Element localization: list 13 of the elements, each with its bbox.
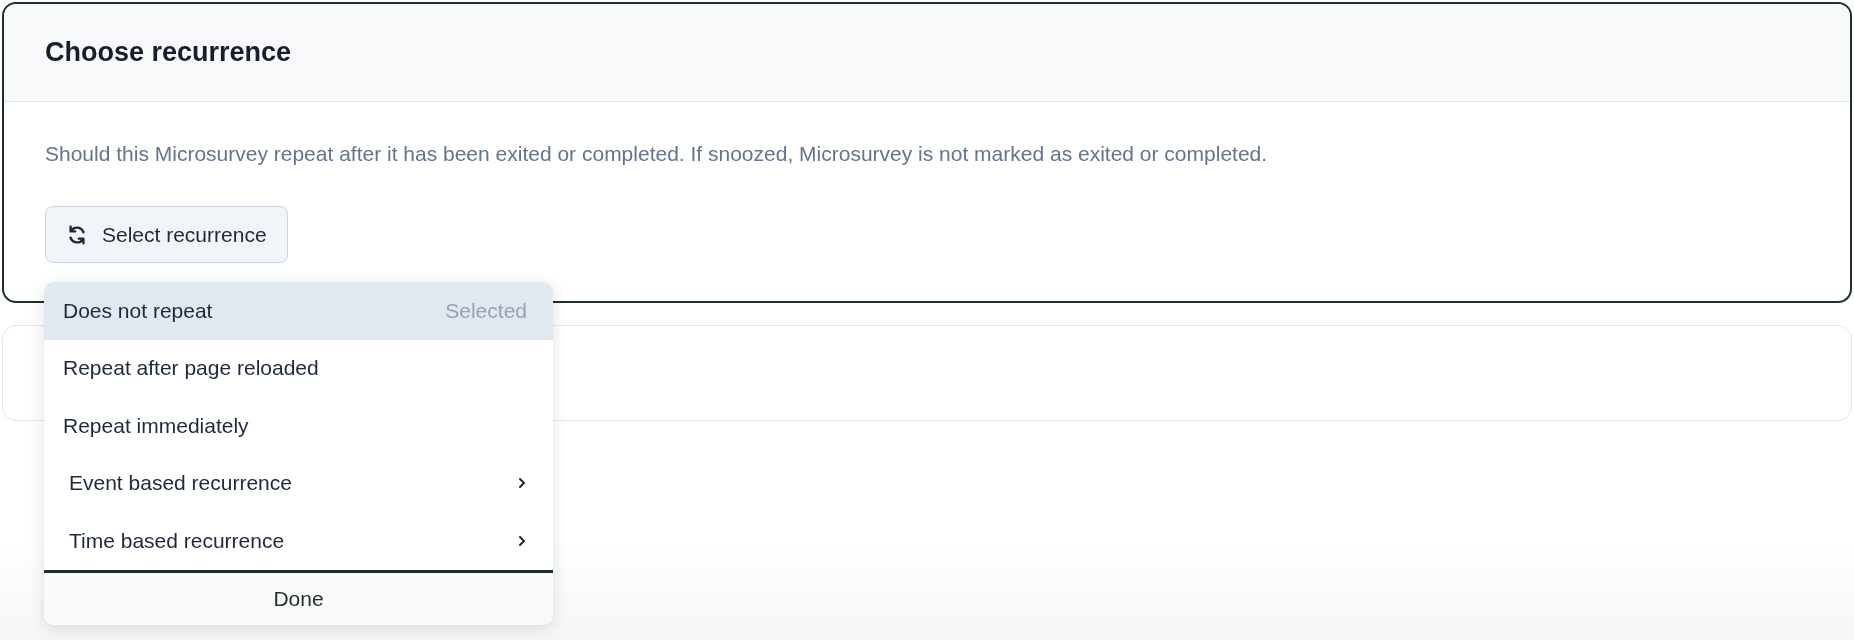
menu-option[interactable]: Repeat immediately bbox=[44, 397, 553, 455]
menu-option[interactable]: Event based recurrence bbox=[44, 454, 553, 512]
select-recurrence-button[interactable]: Select recurrence bbox=[45, 206, 288, 263]
menu-option[interactable]: Repeat after page reloaded bbox=[44, 339, 553, 397]
menu-option[interactable]: Time based recurrence bbox=[44, 512, 553, 570]
selected-label: Selected bbox=[445, 298, 527, 323]
description-text: Should this Microsurvey repeat after it has been exited or completed. If snoozed, Microsurvey is not marked as exited or completed. bbox=[45, 141, 1269, 167]
menu-option[interactable]: Does not repeat Selected bbox=[44, 282, 553, 340]
chevron-right-icon bbox=[517, 476, 527, 491]
card-title: Choose recurrence bbox=[45, 37, 292, 68]
done-button[interactable]: Done bbox=[44, 569, 553, 625]
chevron-right-icon bbox=[517, 533, 527, 548]
refresh-icon bbox=[66, 223, 88, 246]
